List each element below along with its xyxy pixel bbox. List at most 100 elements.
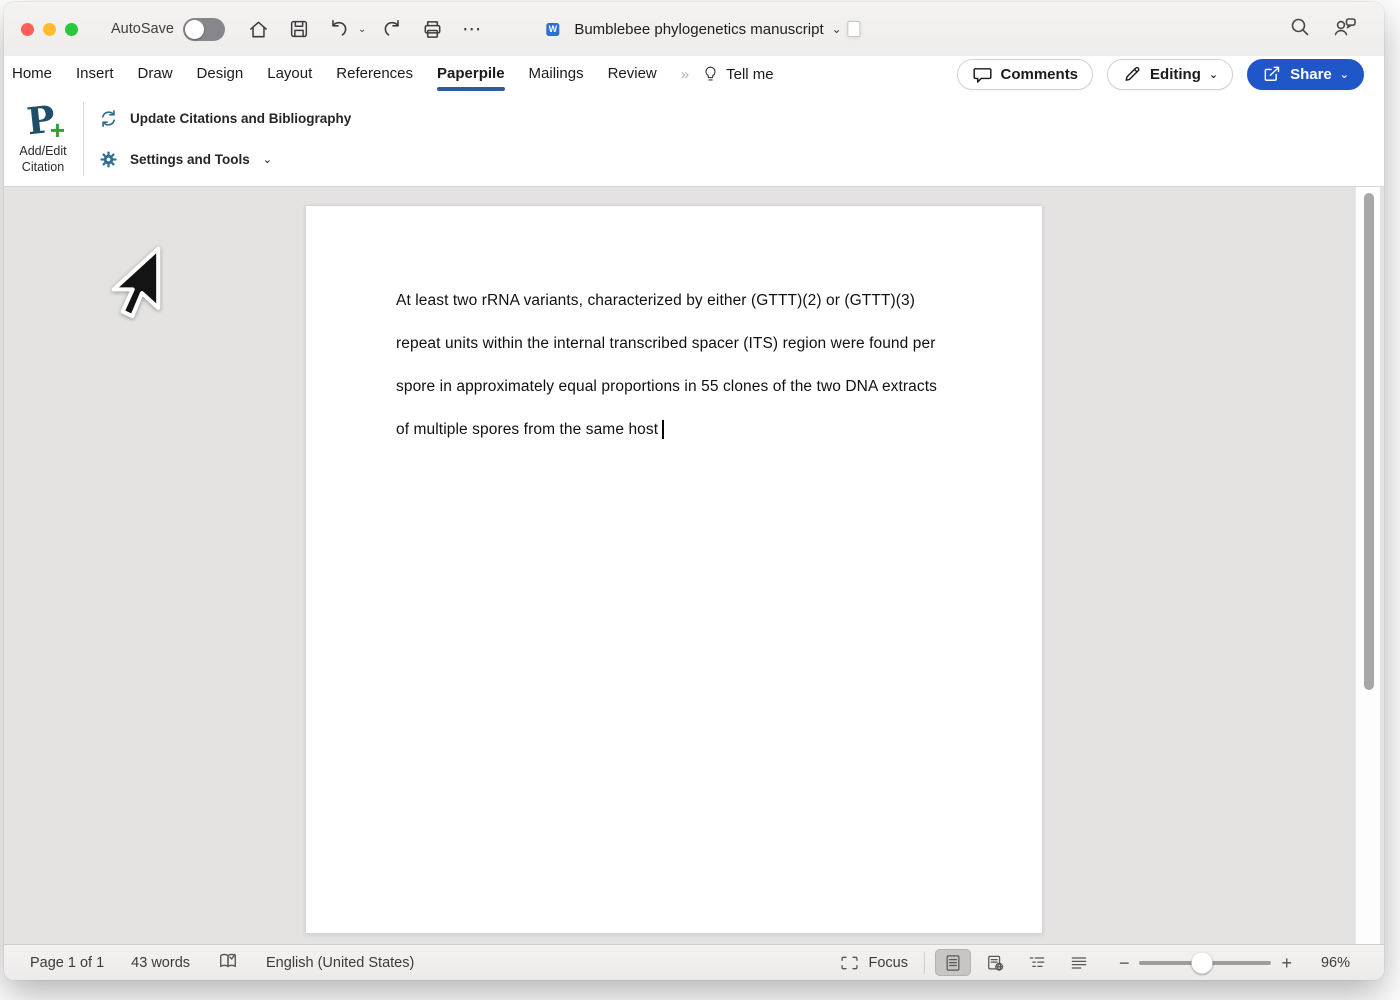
zoom-in-button[interactable]: + (1281, 954, 1292, 972)
document-line: spore in approximately equal proportions… (396, 377, 938, 395)
add-edit-citation-button[interactable]: P + Add/Edit Citation (12, 96, 74, 180)
web-layout-icon (988, 955, 1004, 971)
vertical-scrollbar-track[interactable] (1355, 187, 1380, 944)
settings-chevron-down-icon: ⌄ (262, 154, 272, 166)
editing-label: Editing (1150, 65, 1201, 83)
document-line: of multiple spores from the same host (396, 408, 987, 451)
add-edit-citation-label-line2: Citation (21, 159, 65, 174)
language-indicator[interactable]: English (United States) (266, 955, 414, 971)
outline-view-button[interactable] (1019, 949, 1055, 976)
focus-mode-button[interactable]: Focus (839, 954, 908, 972)
zoom-window-button[interactable] (65, 22, 78, 36)
document-line: repeat units within the internal transcr… (396, 334, 936, 352)
draft-view-button[interactable] (1061, 949, 1097, 976)
tell-me-label: Tell me (726, 65, 774, 83)
document-text-block[interactable]: At least two rRNA variants, characterize… (396, 279, 987, 451)
document-title-menu[interactable]: W Bumblebee phylogenetics manuscript ⌄ (546, 2, 861, 56)
vertical-scrollbar-thumb[interactable] (1364, 193, 1374, 690)
zoom-out-button[interactable]: − (1119, 954, 1130, 972)
update-citations-label: Update Citations and Bibliography (130, 111, 352, 126)
traffic-lights (4, 22, 78, 36)
sync-refresh-icon (101, 109, 116, 128)
redo-icon (384, 19, 400, 36)
draft-view-icon (1071, 956, 1087, 969)
comment-bubble-icon (972, 67, 992, 83)
paperpile-logo-icon: P + (24, 96, 65, 145)
ribbon-group-divider (83, 102, 84, 176)
document-title: Bumblebee phylogenetics manuscript (574, 20, 824, 38)
share-icon (1264, 66, 1280, 81)
minimize-window-button[interactable] (43, 22, 56, 36)
more-toolbar-options-button[interactable]: ⋯ (458, 15, 486, 43)
zoom-slider-knob[interactable] (1191, 952, 1213, 973)
ellipsis-icon: ⋯ (462, 18, 483, 40)
share-button[interactable]: Share ⌄ (1247, 58, 1364, 90)
print-icon (424, 20, 441, 38)
share-chevron-down-icon: ⌄ (1339, 68, 1349, 81)
document-page[interactable]: At least two rRNA variants, characterize… (305, 205, 1043, 934)
title-chevron-down-icon: ⌄ (831, 22, 842, 36)
search-icon (1291, 18, 1309, 35)
document-canvas: At least two rRNA variants, characterize… (4, 187, 1384, 944)
search-button[interactable] (1288, 15, 1312, 44)
focus-label: Focus (868, 954, 908, 971)
tab-mailings[interactable]: Mailings (529, 59, 584, 90)
pencil-icon (1125, 67, 1140, 81)
close-window-button[interactable] (21, 22, 34, 36)
home-button[interactable] (245, 15, 273, 43)
focus-frame-icon (841, 956, 859, 969)
autosave-toggle[interactable] (182, 17, 225, 41)
page-indicator[interactable]: Page 1 of 1 (30, 955, 104, 971)
print-layout-icon (946, 954, 960, 971)
account-feedback-button[interactable] (1332, 15, 1358, 44)
status-divider (923, 951, 925, 974)
person-chat-icon (1334, 17, 1356, 35)
tab-draw[interactable]: Draw (138, 59, 173, 90)
title-bar: AutoSave ⌄ ⋯ W Bumblebee phylogenetics m… (4, 2, 1384, 56)
spellcheck-book-icon (220, 953, 236, 967)
save-icon (290, 20, 307, 38)
document-line: At least two rRNA variants, characterize… (396, 291, 916, 309)
undo-dropdown-chevron-icon[interactable]: ⌄ (358, 24, 366, 35)
comments-label: Comments (1000, 65, 1079, 83)
share-label: Share (1290, 65, 1332, 83)
gear-icon (100, 151, 117, 168)
print-button[interactable] (418, 15, 446, 43)
undo-button[interactable] (325, 15, 353, 43)
tab-references[interactable]: References (336, 59, 413, 90)
save-button[interactable] (285, 15, 313, 43)
paperpile-ribbon: P + Add/Edit Citation Update Citations a… (4, 92, 1384, 187)
zoom-level[interactable]: 96% (1302, 955, 1350, 971)
spellcheck-button[interactable] (217, 951, 239, 975)
undo-icon (332, 19, 347, 36)
print-layout-view-button[interactable] (934, 949, 971, 976)
status-bar: Page 1 of 1 43 words English (United Sta… (4, 944, 1384, 980)
editing-chevron-down-icon: ⌄ (1208, 68, 1219, 81)
word-app-window: AutoSave ⌄ ⋯ W Bumblebee phylogenetics m… (4, 2, 1384, 980)
word-document-icon: W (546, 20, 861, 39)
editing-mode-button[interactable]: Editing ⌄ (1107, 58, 1234, 90)
autosave-toggle-knob (184, 19, 204, 39)
web-layout-view-button[interactable] (977, 949, 1013, 976)
tab-paperpile[interactable]: Paperpile (437, 59, 505, 91)
comments-button[interactable]: Comments (956, 58, 1094, 90)
tell-me-button[interactable]: Tell me (701, 64, 774, 84)
tab-insert[interactable]: Insert (76, 59, 114, 90)
update-citations-button[interactable]: Update Citations and Bibliography (98, 108, 351, 129)
settings-tools-button[interactable]: Settings and Tools ⌄ (98, 149, 272, 170)
tab-review[interactable]: Review (608, 59, 657, 90)
outline-view-icon (1029, 956, 1045, 967)
ribbon-tab-bar: Home Insert Draw Design Layout Reference… (4, 56, 1384, 92)
home-icon (250, 21, 268, 37)
redo-button[interactable] (378, 15, 406, 43)
lightbulb-icon (705, 66, 716, 81)
tab-overflow-chevron-icon[interactable]: » (681, 66, 689, 83)
tab-layout[interactable]: Layout (267, 59, 312, 90)
autosave-label: AutoSave (111, 21, 174, 37)
word-count[interactable]: 43 words (131, 955, 190, 971)
mouse-cursor-icon (111, 246, 161, 319)
tab-home[interactable]: Home (12, 59, 52, 90)
tab-design[interactable]: Design (197, 59, 244, 90)
zoom-slider[interactable] (1139, 952, 1272, 973)
text-cursor (662, 420, 664, 439)
